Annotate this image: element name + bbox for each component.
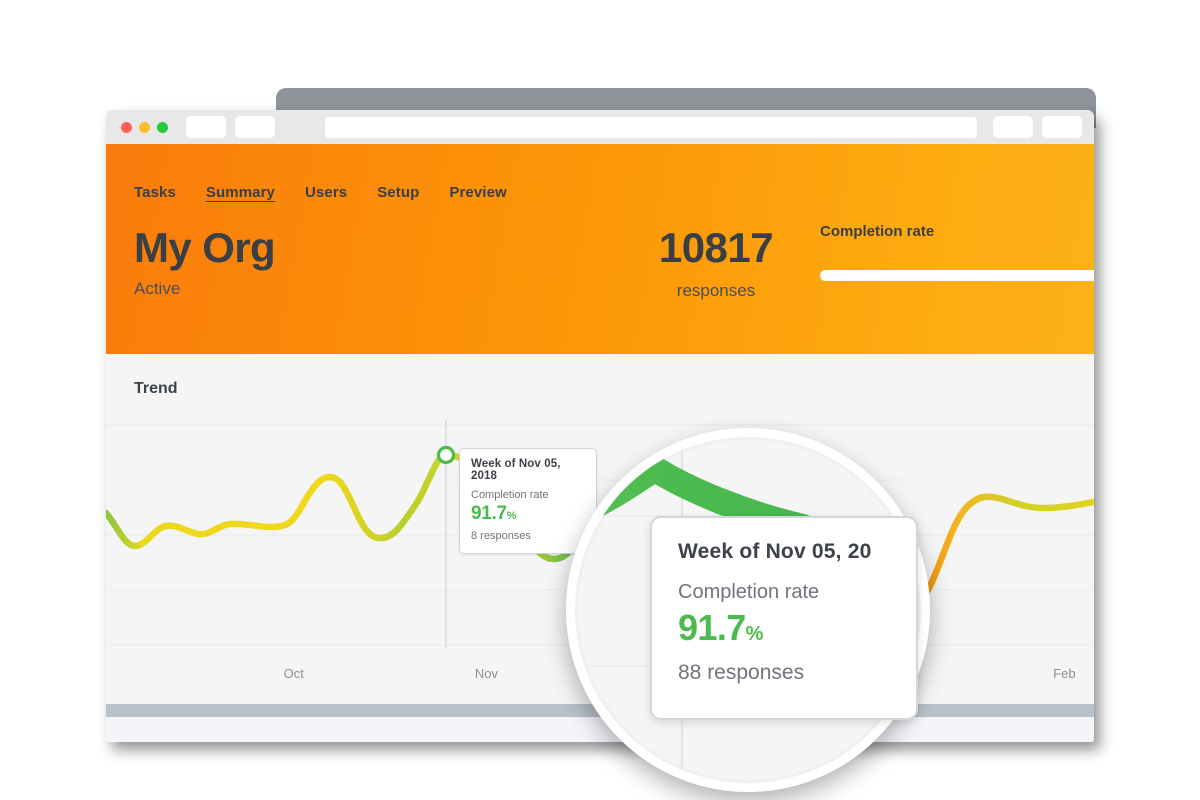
magnified-tooltip: Week of Nov 05, 20 Completion rate 91.7%…: [650, 516, 918, 720]
magnified-tooltip-value: 91.7%: [678, 607, 890, 649]
magnified-tooltip-value-unit: %: [745, 623, 764, 645]
status-badge: Active: [134, 279, 181, 298]
completion-rate-bar: [820, 270, 1094, 281]
window-controls[interactable]: [121, 121, 168, 133]
completion-rate-block: Completion rate: [820, 223, 1094, 281]
chrome-tabs-left[interactable]: [186, 116, 275, 138]
magnified-tooltip-metric-label: Completion rate: [678, 581, 820, 603]
nav-item-preview[interactable]: Preview: [449, 184, 506, 201]
magnified-tooltip-value-number: 91.7: [678, 607, 746, 648]
magnified-tooltip-title: Week of Nov 05, 20: [678, 540, 872, 563]
completion-rate-label: Completion rate: [820, 223, 935, 240]
browser-tab-2[interactable]: [235, 116, 275, 138]
main-nav[interactable]: Tasks Summary Users Setup Preview: [106, 144, 1094, 201]
magnified-tooltip-responses: 88 responses: [678, 661, 805, 684]
tooltip-value-number: 91.7: [471, 503, 507, 524]
responses-stat: 10817 responses: [626, 223, 806, 301]
x-tick-feb: Feb: [1053, 666, 1076, 681]
url-bar[interactable]: [325, 116, 977, 138]
nav-item-setup[interactable]: Setup: [377, 184, 419, 201]
browser-tab-1[interactable]: [186, 116, 226, 138]
tooltip-title: Week of Nov 05, 2018: [471, 458, 561, 482]
tooltip-responses: 8 responses: [471, 530, 531, 542]
maximize-icon[interactable]: [157, 121, 168, 133]
responses-label: responses: [676, 281, 756, 300]
tooltip-value-unit: %: [506, 510, 517, 522]
x-tick-nov: Nov: [474, 666, 498, 681]
app-header: Tasks Summary Users Setup Preview My Org…: [106, 144, 1094, 354]
tooltip-metric-label: Completion rate: [471, 489, 549, 501]
chrome-tabs-right[interactable]: [993, 116, 1082, 138]
minimize-icon[interactable]: [139, 121, 150, 133]
browser-tab-4[interactable]: [1042, 116, 1082, 138]
x-tick-oct: Oct: [283, 666, 304, 681]
close-icon[interactable]: [121, 121, 132, 133]
browser-tab-3[interactable]: [993, 116, 1033, 138]
browser-chrome: [106, 110, 1094, 144]
screenshot-root: Tasks Summary Users Setup Preview My Org…: [0, 0, 1200, 800]
responses-value: 10817: [658, 224, 774, 271]
nav-item-tasks[interactable]: Tasks: [134, 184, 176, 201]
panel-title: Trend: [134, 380, 178, 397]
nav-item-summary[interactable]: Summary: [206, 184, 275, 201]
org-block: My Org Active: [134, 223, 276, 299]
chart-highlight-point: [436, 445, 456, 465]
nav-item-users[interactable]: Users: [305, 184, 347, 201]
page-title: My Org: [134, 224, 276, 271]
header-body: My Org Active 10817 responses Completion…: [106, 223, 1094, 333]
tooltip-value: 91.7%: [471, 503, 585, 525]
